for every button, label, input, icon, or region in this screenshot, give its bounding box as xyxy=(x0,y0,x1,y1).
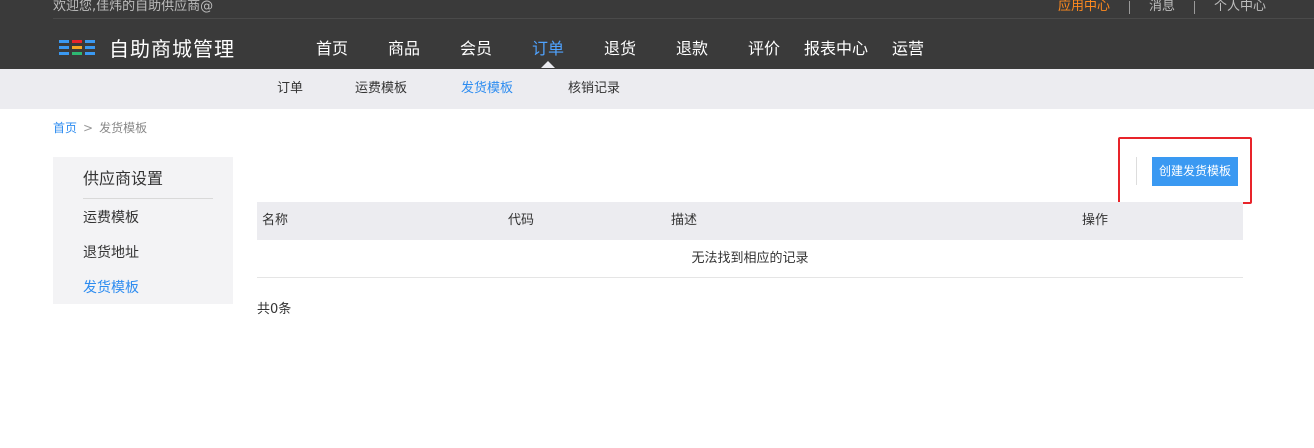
profile-link[interactable]: 个人中心 xyxy=(1214,0,1266,14)
logo-bar xyxy=(72,52,82,55)
sidebar-item-shipping-fee-template[interactable]: 运费模板 xyxy=(83,209,139,227)
logo[interactable]: 自助商城管理 xyxy=(59,33,235,62)
table-header: 名称 代码 描述 操作 xyxy=(257,202,1243,240)
sub-tab-verification-records[interactable]: 核销记录 xyxy=(568,69,620,109)
nav-item-members[interactable]: 会员 xyxy=(440,30,512,68)
header-divider xyxy=(53,18,1314,19)
sub-nav: 订单 运费模板 发货模板 核销记录 xyxy=(0,69,1314,109)
nav-item-returns[interactable]: 退货 xyxy=(584,30,656,68)
sub-tab-orders[interactable]: 订单 xyxy=(277,69,303,109)
logo-bar xyxy=(59,46,69,49)
nav-item-refunds[interactable]: 退款 xyxy=(656,30,728,68)
grid-logo-icon xyxy=(59,40,95,55)
logo-bar xyxy=(72,40,82,43)
sidebar-title: 供应商设置 xyxy=(83,169,164,188)
link-divider xyxy=(1193,0,1195,14)
total-count: 共0条 xyxy=(257,302,292,317)
sidebar: 供应商设置 运费模板 退货地址 发货模板 xyxy=(53,157,233,304)
nav-item-reports[interactable]: 报表中心 xyxy=(800,30,872,68)
nav-item-operations[interactable]: 运营 xyxy=(872,30,944,68)
column-header-code: 代码 xyxy=(508,213,535,228)
highlight-box xyxy=(1118,137,1252,204)
link-divider xyxy=(1128,0,1130,14)
column-header-actions: 操作 xyxy=(1082,213,1109,228)
nav-item-orders[interactable]: 订单 xyxy=(512,30,584,68)
logo-bar xyxy=(85,46,95,49)
sub-tab-shipping-fee-template[interactable]: 运费模板 xyxy=(355,69,407,109)
breadcrumb-separator: > xyxy=(83,121,94,135)
welcome-text: 欢迎您,佳炜的自助供应商@ xyxy=(53,0,214,14)
app-center-link[interactable]: 应用中心 xyxy=(1058,0,1110,14)
logo-bar xyxy=(85,40,95,43)
empty-table-message: 无法找到相应的记录 xyxy=(257,240,1243,278)
logo-bar xyxy=(59,40,69,43)
logo-bar xyxy=(72,46,82,49)
column-header-description: 描述 xyxy=(671,213,698,228)
sidebar-item-delivery-template[interactable]: 发货模板 xyxy=(83,279,139,297)
sub-tab-delivery-template[interactable]: 发货模板 xyxy=(461,69,513,109)
app-title: 自助商城管理 xyxy=(109,37,235,61)
sidebar-divider xyxy=(83,198,213,199)
messages-link[interactable]: 消息 xyxy=(1149,0,1175,14)
column-header-name: 名称 xyxy=(262,213,289,228)
breadcrumb-home[interactable]: 首页 xyxy=(53,121,77,135)
main-nav: 首页 商品 会员 订单 退货 退款 评价 报表中心 运营 xyxy=(296,30,944,68)
breadcrumb: 首页 > 发货模板 xyxy=(53,120,147,136)
nav-item-products[interactable]: 商品 xyxy=(368,30,440,68)
logo-bar xyxy=(85,52,95,55)
breadcrumb-current: 发货模板 xyxy=(99,121,148,135)
top-links: 应用中心 消息 个人中心 xyxy=(1058,0,1266,14)
logo-bar xyxy=(59,52,69,55)
sidebar-item-return-address[interactable]: 退货地址 xyxy=(83,244,139,262)
top-header: 欢迎您,佳炜的自助供应商@ 应用中心 消息 个人中心 自助商城管理 首页 商品 … xyxy=(0,0,1314,69)
nav-item-reviews[interactable]: 评价 xyxy=(728,30,800,68)
nav-item-home[interactable]: 首页 xyxy=(296,30,368,68)
